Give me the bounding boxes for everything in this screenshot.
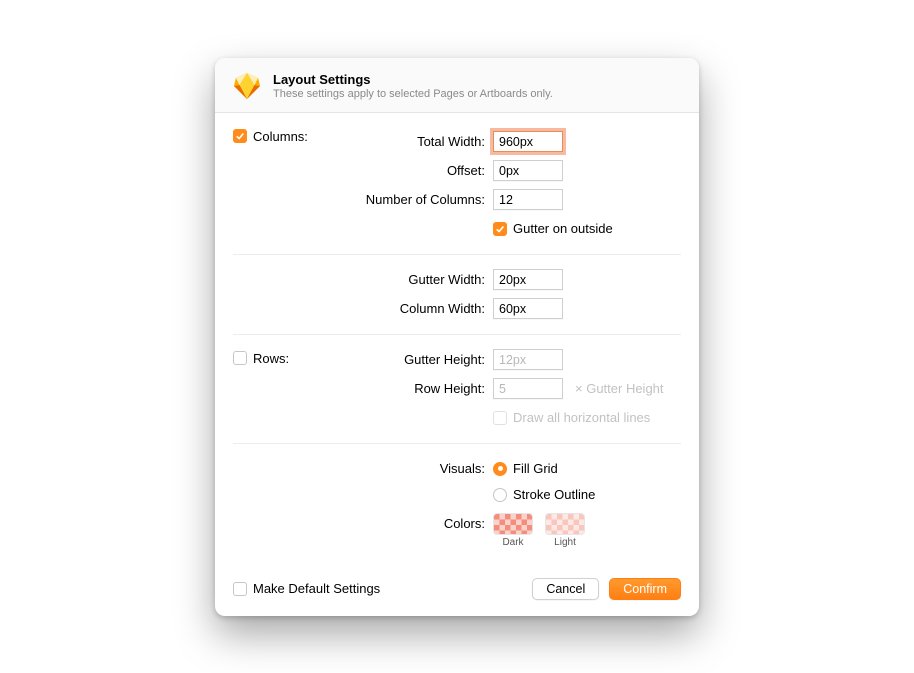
sketch-icon	[231, 70, 263, 102]
column-dims-section: Gutter Width: Column Width:	[233, 254, 681, 334]
sheet-footer: Make Default Settings Cancel Confirm	[215, 568, 699, 616]
gutter-width-input[interactable]	[493, 269, 563, 290]
num-columns-input[interactable]	[493, 189, 563, 210]
light-color-swatch[interactable]	[545, 513, 585, 535]
columns-section: Columns: Total Width: Offset: Number of …	[233, 127, 681, 254]
confirm-button[interactable]: Confirm	[609, 578, 681, 600]
layout-settings-sheet: Layout Settings These settings apply to …	[215, 58, 699, 616]
gutter-outside-label: Gutter on outside	[513, 221, 613, 236]
sheet-subtitle: These settings apply to selected Pages o…	[273, 88, 553, 100]
dark-color-swatch[interactable]	[493, 513, 533, 535]
colors-label: Colors:	[327, 513, 493, 531]
offset-label: Offset:	[327, 163, 493, 178]
draw-lines-label: Draw all horizontal lines	[513, 410, 650, 425]
fill-grid-label: Fill Grid	[513, 461, 558, 476]
row-height-input[interactable]	[493, 378, 563, 399]
cancel-button[interactable]: Cancel	[532, 578, 599, 600]
draw-lines-checkbox[interactable]	[493, 411, 507, 425]
row-height-label: Row Height:	[327, 381, 493, 396]
column-width-input[interactable]	[493, 298, 563, 319]
sheet-header: Layout Settings These settings apply to …	[215, 58, 699, 113]
gutter-height-label: Gutter Height:	[327, 352, 493, 367]
row-height-suffix: × Gutter Height	[575, 381, 664, 396]
total-width-input[interactable]	[493, 131, 563, 152]
columns-label: Columns:	[253, 129, 308, 144]
make-default-checkbox[interactable]	[233, 582, 247, 596]
gutter-width-label: Gutter Width:	[327, 272, 493, 287]
gutter-outside-checkbox[interactable]	[493, 222, 507, 236]
stroke-outline-radio[interactable]	[493, 488, 507, 502]
make-default-label: Make Default Settings	[253, 581, 380, 596]
stroke-outline-label: Stroke Outline	[513, 487, 595, 502]
fill-grid-radio[interactable]	[493, 462, 507, 476]
light-swatch-label: Light	[554, 537, 576, 548]
rows-section: Rows: Gutter Height: Row Height: × Gutte…	[233, 334, 681, 443]
gutter-height-input[interactable]	[493, 349, 563, 370]
visuals-label: Visuals:	[327, 461, 493, 476]
sheet-title: Layout Settings	[273, 72, 553, 87]
num-columns-label: Number of Columns:	[327, 192, 493, 207]
rows-checkbox[interactable]	[233, 351, 247, 365]
columns-checkbox[interactable]	[233, 129, 247, 143]
visuals-section: Visuals: Fill Grid Stroke Outline Colors…	[233, 443, 681, 562]
rows-label: Rows:	[253, 351, 289, 366]
column-width-label: Column Width:	[327, 301, 493, 316]
dark-swatch-label: Dark	[502, 537, 523, 548]
total-width-label: Total Width:	[327, 134, 493, 149]
offset-input[interactable]	[493, 160, 563, 181]
